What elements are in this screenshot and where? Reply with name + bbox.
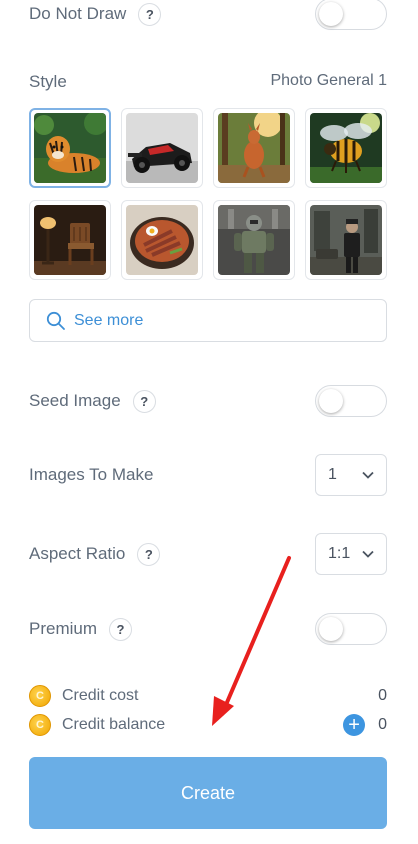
- toggle-knob: [319, 389, 343, 413]
- bee-image: [310, 113, 382, 183]
- coin-icon: C: [29, 714, 51, 736]
- aspect-ratio-select[interactable]: 1:1: [315, 533, 387, 575]
- images-to-make-row: Images To Make 1: [29, 454, 387, 496]
- seed-image-toggle[interactable]: [315, 385, 387, 417]
- style-selected-value: Photo General 1: [270, 72, 387, 89]
- credit-cost-value: 0: [378, 687, 387, 704]
- chevron-down-icon: [362, 550, 374, 558]
- images-to-make-label: Images To Make: [29, 465, 154, 484]
- seed-image-help-icon[interactable]: ?: [132, 389, 156, 413]
- see-more-button[interactable]: See more: [29, 299, 387, 342]
- credit-cost-left: C Credit cost: [29, 685, 138, 707]
- chevron-down-icon: [362, 471, 374, 479]
- kangaroo-image: [218, 113, 290, 183]
- premium-label: Premium: [29, 619, 98, 638]
- aspect-ratio-label-group: Aspect Ratio ?: [29, 542, 161, 566]
- coin-icon: C: [29, 685, 51, 707]
- seed-image-label-group: Seed Image ?: [29, 389, 156, 413]
- do-not-draw-toggle[interactable]: [315, 0, 387, 30]
- style-thumb-kangaroo[interactable]: [213, 108, 295, 188]
- credit-balance-value: 0: [378, 716, 387, 733]
- do-not-draw-help-icon[interactable]: ?: [138, 2, 162, 26]
- style-header: Style Photo General 1: [29, 72, 387, 92]
- race-car-image: [126, 113, 198, 183]
- do-not-draw-label: Do Not Draw: [29, 4, 127, 23]
- images-to-make-select[interactable]: 1: [315, 454, 387, 496]
- style-label: Style: [29, 72, 67, 91]
- create-button[interactable]: Create: [29, 757, 387, 829]
- aspect-ratio-value: 1:1: [328, 545, 351, 562]
- style-thumbnail-grid: [29, 108, 387, 280]
- add-credits-icon[interactable]: +: [343, 714, 366, 736]
- premium-label-group: Premium ?: [29, 617, 133, 641]
- aspect-ratio-row: Aspect Ratio ? 1:1: [29, 533, 387, 575]
- style-thumb-tiger[interactable]: [29, 108, 111, 188]
- credit-balance-right: + 0: [343, 714, 387, 736]
- aspect-ratio-help-icon[interactable]: ?: [137, 542, 161, 566]
- style-thumb-ramen-bowl[interactable]: [121, 200, 203, 280]
- seed-image-label: Seed Image: [29, 391, 121, 410]
- do-not-draw-label-group: Do Not Draw ?: [29, 2, 162, 26]
- robot-soldier-image: [218, 205, 290, 275]
- style-thumb-race-car[interactable]: [121, 108, 203, 188]
- style-thumb-bee[interactable]: [305, 108, 387, 188]
- seed-image-row: Seed Image ?: [29, 384, 387, 418]
- credit-balance-label: Credit balance: [62, 716, 166, 733]
- tiger-image: [34, 113, 106, 183]
- credit-balance-left: C Credit balance: [29, 714, 165, 736]
- credit-balance-row: C Credit balance + 0: [29, 712, 387, 738]
- search-icon: [46, 311, 65, 330]
- aspect-ratio-label: Aspect Ratio: [29, 544, 126, 563]
- chair-lamp-image: [34, 205, 106, 275]
- ramen-bowl-image: [126, 205, 198, 275]
- premium-help-icon[interactable]: ?: [109, 617, 133, 641]
- credit-cost-right: 0: [378, 687, 387, 705]
- premium-row: Premium ?: [29, 612, 387, 646]
- man-in-ruins-image: [310, 205, 382, 275]
- premium-toggle[interactable]: [315, 613, 387, 645]
- style-thumb-chair-lamp[interactable]: [29, 200, 111, 280]
- images-to-make-value: 1: [328, 466, 337, 483]
- see-more-label: See more: [74, 311, 144, 329]
- credit-cost-row: C Credit cost 0: [29, 684, 387, 708]
- toggle-knob: [319, 617, 343, 641]
- do-not-draw-row: Do Not Draw ?: [29, 0, 387, 30]
- toggle-knob: [319, 2, 343, 26]
- credit-cost-label: Credit cost: [62, 687, 139, 704]
- images-to-make-label-group: Images To Make: [29, 465, 153, 485]
- style-thumb-man-in-ruins[interactable]: [305, 200, 387, 280]
- style-thumb-robot-soldier[interactable]: [213, 200, 295, 280]
